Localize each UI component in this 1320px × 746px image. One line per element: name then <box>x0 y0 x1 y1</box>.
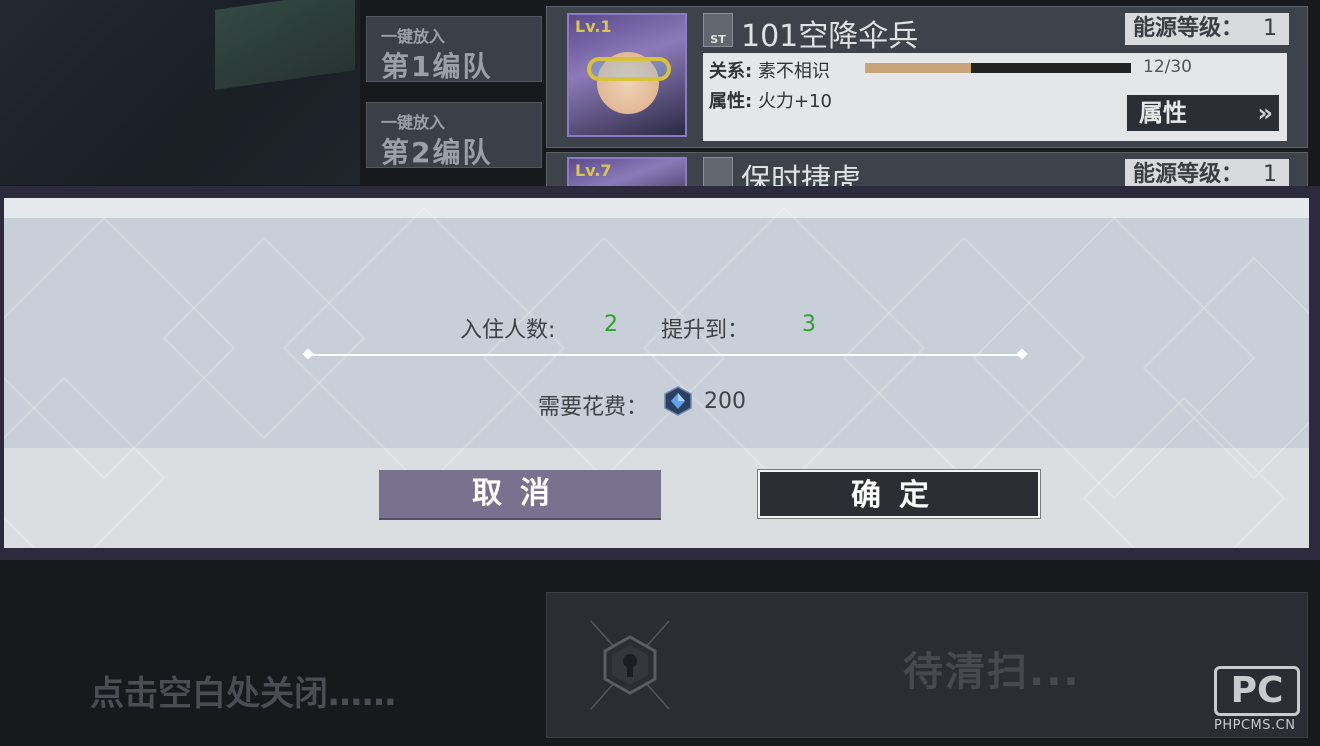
unit-name: 101空降伞兵 <box>741 19 919 54</box>
logo-site: PHPCMS.CN <box>1214 718 1296 733</box>
logo-mark: PC <box>1214 666 1300 716</box>
energy-level: 能源等级： 1 <box>1125 13 1289 45</box>
unit-portrait: Lv.1 <box>567 13 687 137</box>
attribute-value: 火力+10 <box>757 91 832 112</box>
energy-value: 1 <box>1263 16 1277 41</box>
unit-card[interactable]: Lv.1 ST 101空降伞兵 能源等级： 1 关系: 素不相识 12/30 属… <box>546 6 1308 148</box>
energy-label: 能源等级： <box>1133 16 1244 41</box>
gem-icon <box>664 386 692 416</box>
relation-progress-bar <box>865 63 1131 73</box>
relation-label: 关系: <box>709 61 753 82</box>
upgrade-dialog: 入住人数: 2 提升到： 3 需要花费： 200 取消 确定 <box>4 198 1309 548</box>
relation-row: 关系: 素不相识 <box>709 57 830 83</box>
close-hint[interactable]: 点击空白处关闭…… <box>90 666 396 715</box>
attribute-button-label: 属性 <box>1139 99 1187 127</box>
double-chevron-right-icon: » <box>1257 99 1273 127</box>
cost-value: 200 <box>704 389 746 414</box>
unit-type-tag: ST <box>710 33 726 46</box>
residents-label: 入住人数: <box>460 318 556 343</box>
relation-progress-fill <box>865 63 972 73</box>
unit-level: Lv.1 <box>575 17 612 36</box>
team-1-small-label: 一键放入 <box>381 27 446 46</box>
locked-slot[interactable]: 待清扫... <box>546 592 1308 738</box>
attribute-row: 属性: 火力+10 <box>709 87 832 113</box>
unit-type-icon: ST <box>703 13 733 47</box>
pending-clean-text: 待清扫... <box>903 649 1081 695</box>
cancel-button[interactable]: 取消 <box>379 470 661 518</box>
residents-value: 2 <box>604 312 618 337</box>
relation-progress-text: 12/30 <box>1143 57 1192 77</box>
portrait-goggles <box>587 57 671 81</box>
portrait-face <box>589 43 667 123</box>
unit-level: Lv.7 <box>575 161 612 180</box>
unit-info-box: 关系: 素不相识 12/30 属性: 火力+10 属性 » <box>703 53 1287 141</box>
relation-value: 素不相识 <box>757 61 830 82</box>
team-1-button[interactable]: 一键放入 第1编队 <box>366 16 542 83</box>
dialog-divider <box>308 354 1022 356</box>
lock-icon <box>590 620 670 710</box>
team-2-small-label: 一键放入 <box>381 113 446 132</box>
attribute-label: 属性: <box>709 91 753 112</box>
team-2-button[interactable]: 一键放入 第2编队 <box>366 102 542 169</box>
upgrade-label: 提升到： <box>661 318 750 343</box>
energy-label: 能源等级： <box>1133 162 1244 187</box>
confirm-button[interactable]: 确定 <box>757 469 1041 519</box>
site-logo: PC PHPCMS.CN <box>1214 666 1302 738</box>
team-2-label: 第2编队 <box>381 136 493 169</box>
attribute-button[interactable]: 属性 » <box>1127 95 1279 131</box>
upgrade-value: 3 <box>802 312 816 337</box>
cost-label: 需要花费： <box>538 395 649 420</box>
team-1-label: 第1编队 <box>381 50 493 83</box>
